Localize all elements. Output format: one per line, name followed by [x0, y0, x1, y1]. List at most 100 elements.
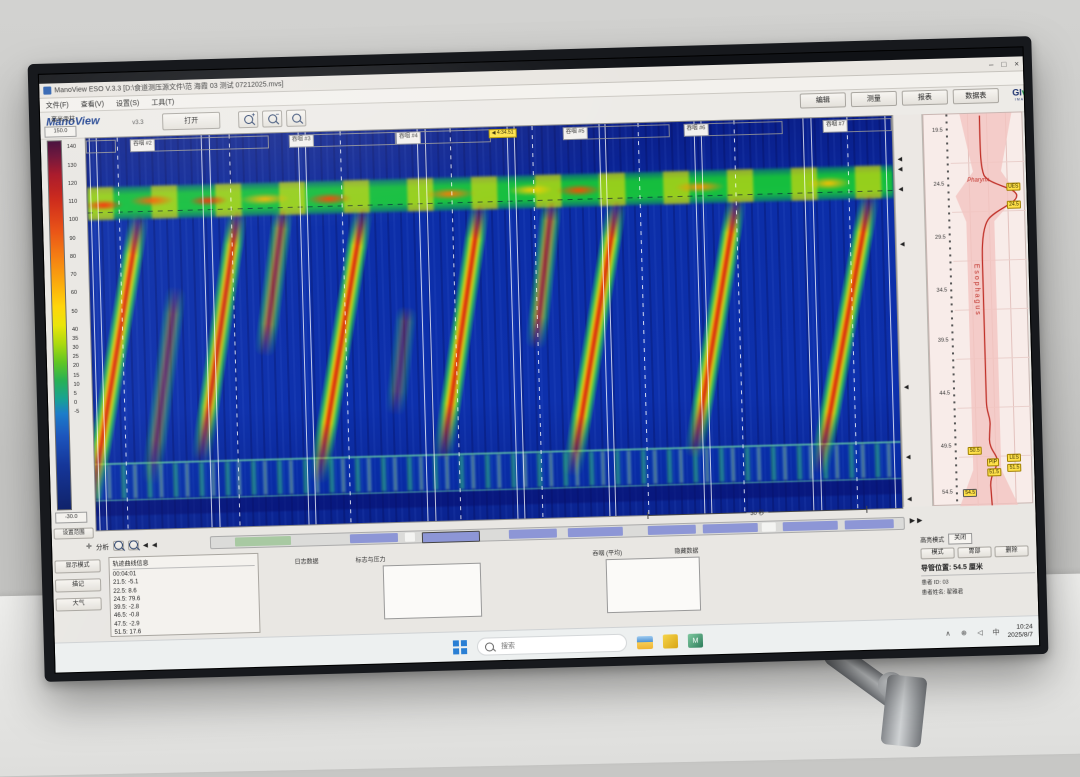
mode-button-描记[interactable]: 描记: [55, 578, 101, 592]
pharynx-label: Pharynx.: [967, 177, 991, 184]
section-label: 吞咽 (平均): [592, 548, 622, 558]
swallow-marker-box[interactable]: 吞咽 #6: [684, 121, 783, 137]
timeline-segment[interactable]: [845, 519, 894, 529]
catheter-tip-badge[interactable]: 54.5: [963, 489, 977, 497]
hrm-pressure-topography-plot[interactable]: 吞咽 #2 吞咽 #3吞咽 #4 吞咽 #5 吞咽 #6 吞咽 #7 ◀ 4:34.51: [85, 115, 904, 531]
pressure-tick-label: 35: [68, 336, 88, 343]
swallow-label: 吞咽 #4: [397, 132, 421, 144]
start-button[interactable]: [453, 640, 467, 654]
toolbar-button-数据表[interactable]: 数据表: [953, 88, 999, 104]
pressure-tick-label: 20: [69, 363, 89, 370]
pressure-min-box[interactable]: -30.0: [55, 512, 87, 524]
sensor-marker-arrow: ◀: [904, 385, 909, 391]
sensor-marker-arrow: ◀: [898, 187, 903, 193]
app-icon: [43, 86, 51, 94]
depth-tick-label: 24.5: [925, 182, 945, 189]
swallow-marker-box[interactable]: 吞咽 #5: [563, 124, 670, 140]
maximize-button[interactable]: □: [1001, 59, 1006, 68]
menu-item[interactable]: 文件(F): [46, 100, 69, 111]
depth-tick-label: 49.5: [933, 443, 953, 450]
highlight-mode-value[interactable]: 关闭: [948, 533, 972, 545]
pip-badge[interactable]: PIP: [987, 458, 999, 466]
timeline-segment[interactable]: [762, 522, 776, 531]
clock[interactable]: 10:24 2025/8/7: [1007, 623, 1033, 640]
pressure-tick-label: 5: [70, 390, 90, 397]
pressure-unit-label: 毫米汞柱: [42, 114, 84, 124]
profile-chart: [949, 112, 1034, 506]
event-marker-badge[interactable]: ◀ 4:34.51: [489, 129, 517, 139]
taskbar-search[interactable]: [477, 634, 627, 656]
les-value-badge[interactable]: 51.5: [1008, 464, 1022, 472]
mode-button-显示模式[interactable]: 显示模式: [54, 559, 100, 573]
zoom-region-button[interactable]: [286, 109, 306, 127]
patient-name: 患者姓名: 翟雅君: [922, 585, 1036, 596]
swallow-marker-box[interactable]: 吞咽 #2: [130, 135, 269, 152]
minimize-button[interactable]: –: [989, 60, 994, 69]
timeline-segment[interactable]: [509, 529, 558, 539]
taskbar-app-icon[interactable]: [663, 634, 678, 648]
panel-button-胃部[interactable]: 胃部: [957, 546, 991, 558]
timeline-segment[interactable]: [568, 527, 624, 538]
pressure-tick-label: 100: [65, 217, 85, 224]
timeline-segment[interactable]: [235, 536, 291, 547]
ues-badge[interactable]: UES: [1006, 183, 1020, 191]
depth-tick-label: 54.5: [934, 490, 954, 497]
esophagus-label: Esophagus: [973, 264, 981, 317]
search-icon: [485, 642, 494, 651]
pressure-tick-label: 90: [65, 235, 85, 242]
timeline-forward-arrows[interactable]: ▶▶: [910, 516, 925, 524]
timeline-segment[interactable]: [647, 525, 696, 535]
set-range-button[interactable]: 设置范围: [54, 527, 94, 539]
mode-button-大气[interactable]: 大气: [56, 597, 102, 611]
timeline-segment[interactable]: [349, 533, 398, 543]
manoview-taskbar-icon[interactable]: M: [688, 634, 703, 648]
timeline-segment[interactable]: [422, 531, 480, 544]
data-panel-box: [606, 557, 701, 614]
swallow-marker-box[interactable]: 吞咽 #3: [289, 132, 396, 148]
step-back-icon[interactable]: ◀: [152, 540, 157, 548]
ues-value-badge[interactable]: 24.5: [1007, 200, 1021, 208]
close-button[interactable]: ×: [1014, 59, 1019, 68]
timeline-segment[interactable]: [703, 523, 759, 534]
depth-tick-label: 29.5: [927, 234, 947, 241]
swallow-label: 吞咽 #5: [564, 128, 588, 140]
pressure-max-box[interactable]: 150.0: [44, 126, 76, 138]
panel-button-模式[interactable]: 模式: [920, 547, 954, 559]
tray-chevron-icon[interactable]: ∧: [943, 630, 952, 638]
file-explorer-icon[interactable]: [637, 635, 653, 648]
les-badge[interactable]: LES: [1007, 454, 1021, 462]
toolbar-button-编辑[interactable]: 编辑: [800, 92, 846, 108]
pressure-tick-label: 25: [69, 354, 89, 361]
menu-item[interactable]: 设置(S): [116, 98, 140, 109]
swallow-marker-box[interactable]: 吞咽 #7: [823, 118, 892, 133]
zoom-tool-icon[interactable]: [128, 540, 139, 550]
network-icon[interactable]: ⊕: [959, 629, 968, 637]
swallow-label: 吞咽 #6: [685, 124, 709, 136]
toolbar-button-报表[interactable]: 报表: [902, 89, 948, 105]
mid-value-badge[interactable]: 50.5: [968, 447, 982, 455]
zoom-in-button[interactable]: +: [238, 111, 258, 129]
pressure-tick-label: -5: [70, 409, 90, 416]
step-back-icon[interactable]: ◀: [143, 540, 148, 548]
tray-date: 2025/8/7: [1007, 631, 1033, 640]
menu-item[interactable]: 查看(V): [81, 99, 105, 110]
zoom-out-button[interactable]: −: [262, 110, 282, 128]
pip-value-badge[interactable]: 51.5: [987, 468, 1001, 476]
swallow-peristalsis-streak: [307, 206, 374, 486]
search-input[interactable]: [499, 639, 603, 651]
language-icon[interactable]: 中: [991, 627, 1000, 637]
timeline-segment[interactable]: [405, 532, 416, 541]
timeline-segment[interactable]: [782, 521, 838, 532]
menu-item[interactable]: 工具(T): [151, 97, 174, 108]
toolbar-button-测量[interactable]: 测量: [851, 91, 897, 107]
pressure-tick-label: 80: [66, 253, 86, 260]
sensor-marker-arrow: ◀: [897, 157, 902, 163]
version-label: v3.3: [132, 120, 144, 126]
speaker-icon[interactable]: ◁: [975, 629, 984, 637]
depth-tick-label: 34.5: [928, 287, 948, 294]
zoom-tool-icon[interactable]: [113, 540, 124, 550]
swallow-label: 吞咽 #7: [824, 120, 848, 132]
swallow-marker-box[interactable]: 吞咽 #4: [396, 129, 491, 145]
panel-button-删除[interactable]: 删除: [994, 545, 1028, 557]
open-button[interactable]: 打开: [162, 112, 220, 131]
